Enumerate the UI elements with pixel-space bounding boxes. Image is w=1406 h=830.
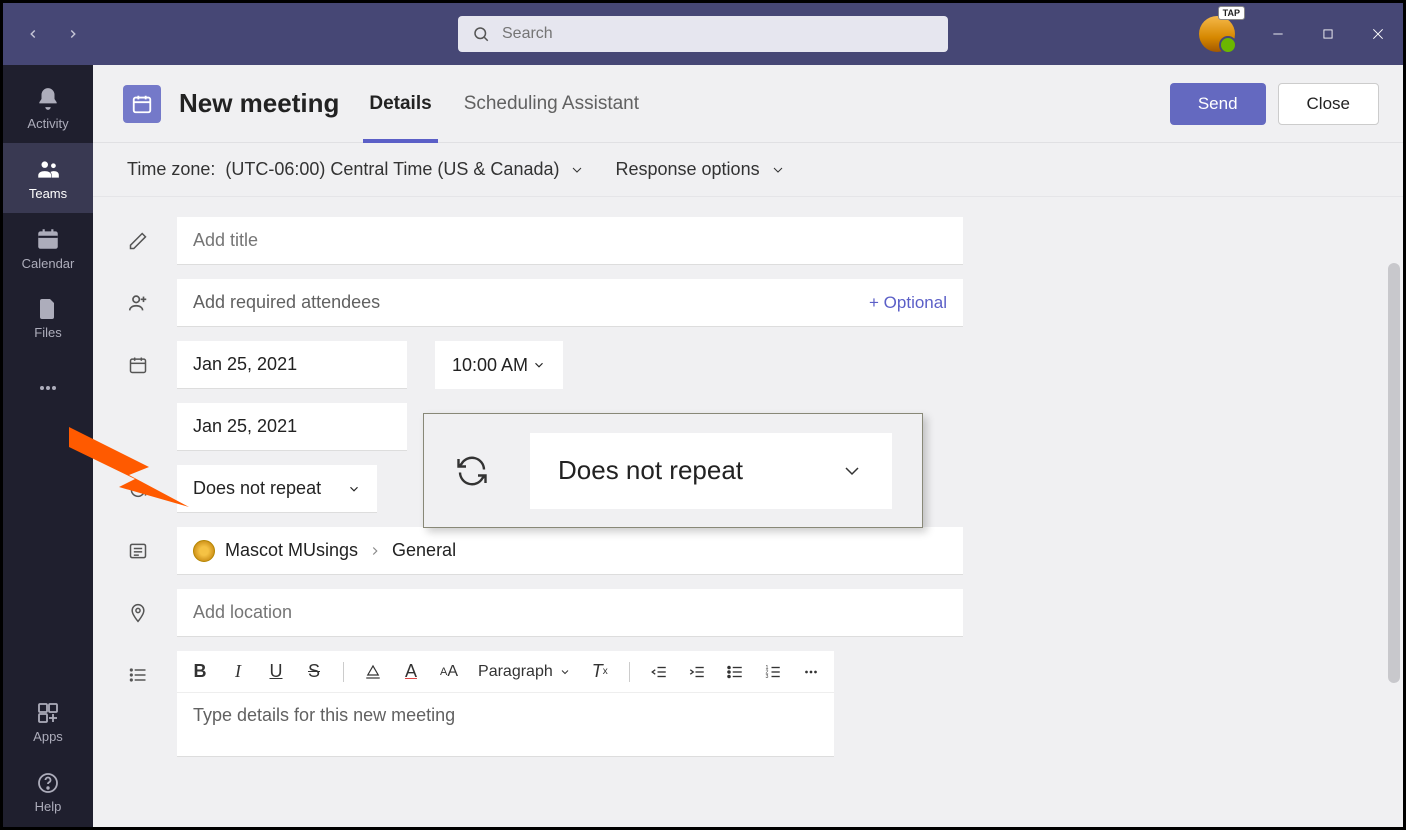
strikethrough-button[interactable]: S [305,661,323,682]
send-button[interactable]: Send [1170,83,1266,125]
bold-button[interactable]: B [191,661,209,682]
channel-team-name: Mascot MUsings [225,540,358,561]
sidebar-item-help[interactable]: Help [3,757,93,827]
files-icon [36,297,60,321]
numbered-list-button[interactable]: 123 [764,663,782,681]
teams-icon [35,156,61,182]
indent-button[interactable] [688,663,706,681]
tab-details[interactable]: Details [363,65,437,143]
more-formatting-button[interactable] [802,663,820,681]
end-date-picker[interactable]: Jan 25, 2021 [177,403,407,451]
titlebar: TAP [3,3,1403,65]
title-input[interactable] [177,217,963,265]
calendar-icon [35,226,61,252]
start-time-value: 10:00 AM [452,355,528,376]
page-title: New meeting [179,88,339,119]
apps-icon [36,701,60,725]
sidebar-item-calendar[interactable]: Calendar [3,213,93,283]
font-size-button[interactable]: AA [440,663,458,681]
sidebar-item-files[interactable]: Files [3,283,93,353]
attendees-placeholder: Add required attendees [193,292,380,313]
chevron-down-icon [840,459,864,483]
sidebar-item-label: Files [34,325,61,340]
sidebar-item-more[interactable] [3,353,93,423]
nav-back-button[interactable] [13,14,53,54]
sidebar-item-label: Calendar [22,256,75,271]
window-minimize-button[interactable] [1253,9,1303,59]
pencil-icon [127,231,149,251]
chevron-down-icon [770,162,786,178]
paragraph-label: Paragraph [478,663,553,681]
search-icon [472,25,490,43]
description-textarea[interactable]: Type details for this new meeting [177,693,834,756]
avatar-badge: TAP [1218,6,1245,20]
calendar-badge-icon [123,85,161,123]
location-input[interactable] [177,589,963,637]
recurrence-callout-dropdown[interactable]: Does not repeat [530,433,892,509]
sidebar-item-apps[interactable]: Apps [3,687,93,757]
tab-scheduling-assistant[interactable]: Scheduling Assistant [458,65,645,143]
attendees-input[interactable]: Add required attendees + Optional [177,279,963,327]
channel-picker[interactable]: Mascot MUsings General [177,527,963,575]
repeat-icon [454,453,490,489]
outdent-button[interactable] [650,663,668,681]
location-input-field[interactable] [193,602,947,623]
clear-formatting-button[interactable]: Tx [591,661,609,682]
underline-button[interactable]: U [267,661,285,682]
team-avatar-icon [193,540,215,562]
sidebar-item-label: Help [35,799,62,814]
response-options-label: Response options [615,159,759,180]
start-date-picker[interactable]: Jan 25, 2021 [177,341,407,389]
sidebar-item-label: Teams [29,186,67,201]
bullet-list-button[interactable] [726,663,744,681]
start-time-picker[interactable]: 10:00 AM [435,341,563,389]
highlight-button[interactable] [364,663,382,681]
subheader: Time zone: (UTC-06:00) Central Time (US … [93,143,1403,197]
timezone-label: Time zone: [127,159,215,180]
chevron-down-icon [347,482,361,496]
chevron-down-icon [569,162,585,178]
date-icon [127,355,149,375]
recurrence-callout-value: Does not repeat [558,455,743,486]
help-icon [36,771,60,795]
timezone-value: (UTC-06:00) Central Time (US & Canada) [225,159,559,180]
sidebar-item-label: Apps [33,729,63,744]
italic-button[interactable]: I [229,661,247,682]
close-button[interactable]: Close [1278,83,1379,125]
channel-icon [127,541,149,561]
font-color-button[interactable]: A [402,661,420,682]
list-icon [127,651,149,685]
optional-attendees-button[interactable]: + Optional [869,293,947,313]
title-input-field[interactable] [193,230,947,251]
description-editor: B I U S A AA Paragraph [177,651,834,757]
annotation-arrow-icon [59,417,199,517]
recurrence-value: Does not repeat [193,478,321,499]
sidebar-item-activity[interactable]: Activity [3,73,93,143]
chevron-right-icon [368,544,382,558]
search-input[interactable] [502,25,934,43]
sidebar-item-label: Activity [27,116,68,131]
paragraph-dropdown[interactable]: Paragraph [478,663,571,681]
search-box[interactable] [458,16,948,52]
svg-text:3: 3 [765,674,768,680]
recurrence-dropdown[interactable]: Does not repeat [177,465,377,513]
timezone-dropdown[interactable]: Time zone: (UTC-06:00) Central Time (US … [127,159,585,180]
chevron-down-icon [532,358,546,372]
bell-icon [35,86,61,112]
avatar[interactable]: TAP [1199,16,1235,52]
recurrence-callout: Does not repeat [423,413,923,528]
ellipsis-icon [36,376,60,400]
page-header: New meeting Details Scheduling Assistant… [93,65,1403,143]
location-icon [127,603,149,623]
sidebar-item-teams[interactable]: Teams [3,143,93,213]
channel-name: General [392,540,456,561]
window-maximize-button[interactable] [1303,9,1353,59]
response-options-dropdown[interactable]: Response options [615,159,785,180]
editor-toolbar: B I U S A AA Paragraph [177,651,834,693]
window-close-button[interactable] [1353,9,1403,59]
nav-forward-button[interactable] [53,14,93,54]
person-add-icon [127,292,149,314]
